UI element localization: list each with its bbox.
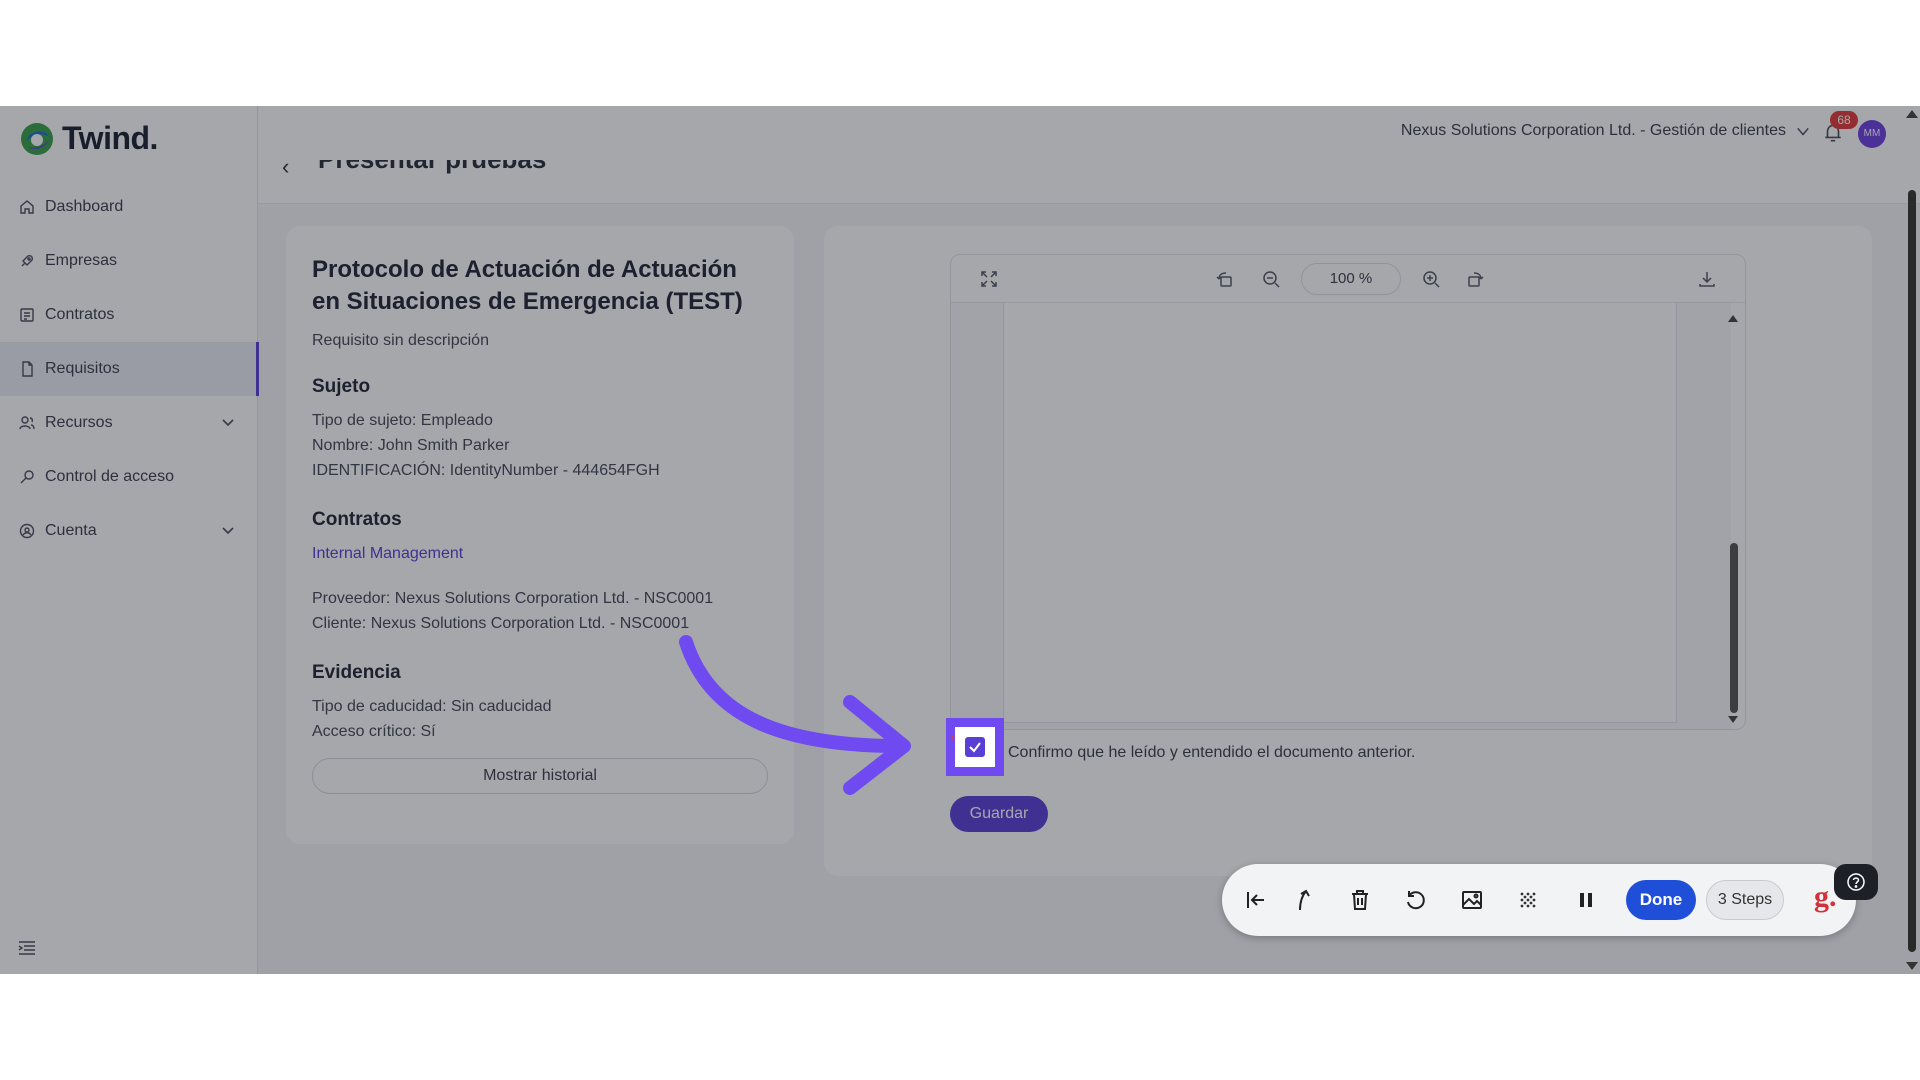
rocket-icon <box>18 252 36 270</box>
people-icon <box>18 414 36 432</box>
undo-icon[interactable] <box>1402 886 1430 914</box>
scroll-down-icon[interactable] <box>1904 960 1920 972</box>
subject-id: IDENTIFICACIÓN: IdentityNumber - 444654F… <box>312 462 660 479</box>
organization-name: Nexus Solutions Corporation Ltd. - Gesti… <box>1400 122 1786 139</box>
pdf-viewer: 100 % <box>950 254 1746 730</box>
page-scrollbar[interactable] <box>1904 106 1920 974</box>
scroll-up-icon[interactable] <box>1904 108 1920 120</box>
sidebar-item-control-de-acceso[interactable]: Control de acceso <box>0 450 258 504</box>
blur-icon[interactable] <box>1514 886 1542 914</box>
confirm-label[interactable]: Confirmo que he leído y entendido el doc… <box>1008 744 1415 762</box>
requirement-title: Protocolo de Actuación de Actuación en S… <box>312 256 743 315</box>
requirement-description: Requisito sin descripción <box>312 332 489 349</box>
checkmark-icon <box>969 742 981 753</box>
logo-text: Twind. <box>62 120 158 156</box>
image-icon[interactable] <box>1458 886 1486 914</box>
sidebar-item-label: Dashboard <box>45 198 124 215</box>
fullscreen-icon[interactable] <box>979 269 999 289</box>
avatar[interactable]: MM <box>1858 120 1886 148</box>
zoom-level-display[interactable]: 100 % <box>1301 263 1401 295</box>
download-icon[interactable] <box>1697 269 1717 289</box>
sidebar-item-label: Cuenta <box>45 522 97 539</box>
page-title: Presentar pruebas <box>318 160 546 175</box>
logo[interactable]: Twind. <box>18 120 158 157</box>
rotate-right-icon[interactable] <box>1465 269 1485 289</box>
app-window: Twind. Dashboard Empresas Contratos Requ… <box>0 106 1920 974</box>
subject-name: Nombre: John Smith Parker <box>312 437 510 454</box>
subject-type: Tipo de sujeto: Empleado <box>312 412 493 429</box>
contract-link[interactable]: Internal Management <box>312 541 768 566</box>
back-arrow-icon[interactable]: ‹ <box>282 160 289 180</box>
sidebar-item-label: Requisitos <box>45 360 120 377</box>
sidebar-item-label: Contratos <box>45 306 115 323</box>
sidebar-item-cuenta[interactable]: Cuenta <box>0 504 258 558</box>
home-icon <box>18 198 36 216</box>
zoom-in-icon[interactable] <box>1421 269 1441 289</box>
sidebar-item-label: Recursos <box>45 414 113 431</box>
collapse-sidebar-icon[interactable] <box>18 940 36 956</box>
branch-arrow-icon[interactable] <box>1290 886 1318 914</box>
recorder-toolbar: Done 3 Steps g. <box>1222 864 1856 936</box>
chevron-down-icon[interactable] <box>220 522 236 538</box>
sidebar-item-label: Control de acceso <box>45 468 174 485</box>
account-icon <box>18 522 36 540</box>
sidebar-item-empresas[interactable]: Empresas <box>0 234 258 288</box>
confirm-row: Confirmo que he leído y entendido el doc… <box>946 724 1415 782</box>
organization-selector[interactable]: Nexus Solutions Corporation Ltd. - Gesti… <box>1401 122 1810 140</box>
sidebar: Twind. Dashboard Empresas Contratos Requ… <box>0 106 259 974</box>
viewer-toolbar: 100 % <box>951 255 1745 303</box>
sidebar-item-recursos[interactable]: Recursos <box>0 396 258 450</box>
scroll-thumb[interactable] <box>1730 543 1738 713</box>
steps-button[interactable]: 3 Steps <box>1706 880 1784 920</box>
done-button[interactable]: Done <box>1626 880 1696 920</box>
chevron-down-icon <box>1797 127 1809 136</box>
contract-icon <box>18 306 36 324</box>
key-icon <box>18 468 36 486</box>
confirm-checkbox[interactable] <box>965 737 985 757</box>
subject-heading: Sujeto <box>312 376 371 397</box>
sidebar-item-requisitos[interactable]: Requisitos <box>0 342 259 396</box>
scroll-thumb[interactable] <box>1908 190 1916 952</box>
save-button[interactable]: Guardar <box>950 796 1048 832</box>
top-header: Nexus Solutions Corporation Ltd. - Gesti… <box>258 106 1920 160</box>
scroll-up-icon[interactable] <box>1727 313 1739 323</box>
sidebar-item-label: Empresas <box>45 252 118 269</box>
document-page-area <box>951 303 1731 729</box>
annotation-arrow-icon <box>679 635 911 795</box>
page-header: ‹ Presentar pruebas <box>258 160 1920 204</box>
chevron-down-icon[interactable] <box>220 414 236 430</box>
document-card: 100 % Confirmo que he leído y entendido … <box>824 226 1872 876</box>
trash-icon[interactable] <box>1346 886 1374 914</box>
twind-logo-icon <box>21 122 53 155</box>
document-page <box>1003 303 1677 723</box>
sidebar-nav: Dashboard Empresas Contratos Requisitos <box>0 180 259 558</box>
sidebar-item-dashboard[interactable]: Dashboard <box>0 180 258 234</box>
help-icon[interactable] <box>1834 864 1878 900</box>
notification-badge: 68 <box>1830 111 1858 129</box>
provider-line: Proveedor: Nexus Solutions Corporation L… <box>312 590 714 607</box>
go-to-start-icon[interactable] <box>1242 886 1270 914</box>
pause-icon[interactable] <box>1572 886 1600 914</box>
scroll-down-icon[interactable] <box>1727 715 1739 725</box>
file-icon <box>18 360 36 378</box>
sidebar-item-contratos[interactable]: Contratos <box>0 288 258 342</box>
contracts-heading: Contratos <box>312 509 402 530</box>
viewer-scrollbar[interactable] <box>1727 313 1739 725</box>
zoom-out-icon[interactable] <box>1261 269 1281 289</box>
checkbox-frame <box>955 727 995 767</box>
rotate-left-icon[interactable] <box>1215 269 1235 289</box>
